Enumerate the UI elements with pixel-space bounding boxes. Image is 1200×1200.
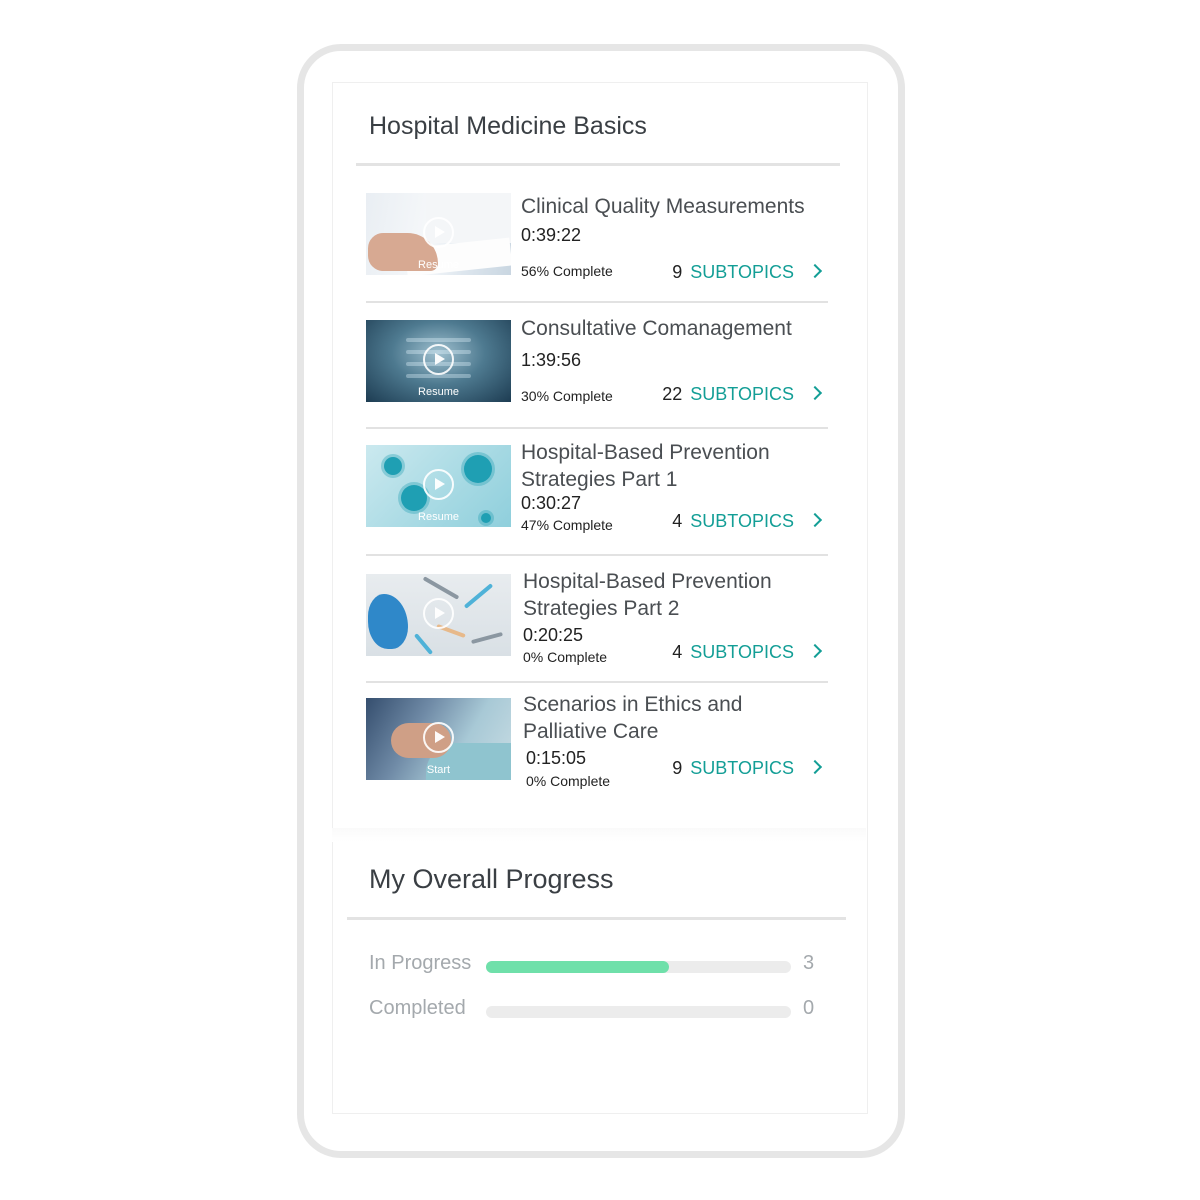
progress-title: My Overall Progress (369, 864, 614, 894)
course-duration: 0:15:05 (526, 748, 587, 768)
course-item[interactable]: Hospital-Based Prevention Strategies Par… (366, 570, 830, 694)
progress-count: 3 (803, 952, 815, 974)
subtopics-link[interactable]: 4 SUBTOPICS (672, 642, 823, 663)
play-icon[interactable] (423, 722, 454, 753)
course-percent: 30% Complete (521, 388, 613, 404)
subtopics-label: SUBTOPICS (690, 262, 794, 282)
progress-row-in-progress: In Progress 3 (369, 952, 829, 982)
course-divider (366, 301, 828, 303)
course-item[interactable]: Resume Consultative Comanagement 1:39:56… (366, 317, 830, 440)
course-divider (366, 681, 828, 683)
course-duration: 0:20:25 (523, 625, 584, 645)
subtopic-count: 22 (662, 384, 683, 404)
course-percent: 0% Complete (526, 773, 611, 789)
chevron-right-icon[interactable] (807, 643, 823, 659)
course-duration: 1:39:56 (521, 350, 582, 370)
play-icon[interactable] (423, 344, 454, 375)
subtopics-label: SUBTOPICS (690, 384, 794, 404)
course-title[interactable]: Consultative Comanagement (521, 315, 831, 342)
course-thumbnail[interactable]: Start (366, 698, 511, 780)
course-thumbnail[interactable]: Resume (366, 445, 511, 527)
progress-track (486, 1006, 791, 1018)
progress-label: Completed (369, 997, 466, 1019)
subtopics-link[interactable]: 22 SUBTOPICS (662, 384, 823, 405)
course-percent: 56% Complete (521, 263, 613, 279)
course-duration: 0:30:27 (521, 493, 582, 513)
subtopics-link[interactable]: 4 SUBTOPICS (672, 511, 823, 532)
subtopic-count: 9 (672, 262, 683, 282)
course-percent: 0% Complete (523, 649, 608, 665)
progress-track (486, 961, 791, 973)
subtopic-count: 9 (672, 758, 683, 778)
course-thumbnail[interactable] (366, 574, 511, 656)
card-title: Hospital Medicine Basics (369, 112, 647, 140)
course-thumbnail[interactable]: Resume (366, 320, 511, 402)
course-item[interactable]: Resume Clinical Quality Measurements 0:3… (366, 193, 830, 313)
progress-fill (486, 961, 669, 973)
chevron-right-icon[interactable] (807, 512, 823, 528)
course-divider (366, 427, 828, 429)
subtopics-label: SUBTOPICS (690, 642, 794, 662)
play-icon[interactable] (423, 598, 454, 629)
thumbnail-label: Resume (418, 259, 459, 271)
progress-title-divider (347, 917, 846, 920)
chevron-right-icon[interactable] (807, 263, 823, 279)
course-percent: 47% Complete (521, 517, 613, 533)
subtopics-link[interactable]: 9 SUBTOPICS (672, 758, 823, 779)
section-divider (332, 828, 866, 842)
course-thumbnail[interactable]: Resume (366, 193, 511, 275)
course-title[interactable]: Hospital-Based Prevention Strategies Par… (521, 439, 831, 493)
course-divider (366, 554, 828, 556)
course-duration: 0:39:22 (521, 225, 582, 245)
progress-label: In Progress (369, 952, 472, 974)
course-item[interactable]: Resume Hospital-Based Prevention Strateg… (366, 441, 830, 565)
course-title[interactable]: Scenarios in Ethics and Palliative Care (523, 691, 833, 745)
progress-count: 0 (803, 997, 815, 1019)
course-title[interactable]: Hospital-Based Prevention Strategies Par… (523, 568, 833, 622)
play-icon[interactable] (423, 217, 454, 248)
chevron-right-icon[interactable] (807, 385, 823, 401)
progress-row-completed: Completed 0 (369, 997, 829, 1027)
subtopic-count: 4 (672, 642, 683, 662)
thumbnail-label: Resume (418, 511, 459, 523)
thumbnail-label: Start (426, 764, 451, 776)
chevron-right-icon[interactable] (807, 759, 823, 775)
title-divider (356, 163, 840, 166)
subtopic-count: 4 (672, 511, 683, 531)
course-item[interactable]: Start Scenarios in Ethics and Palliative… (366, 693, 830, 818)
thumbnail-label: Resume (418, 386, 459, 398)
subtopics-label: SUBTOPICS (690, 758, 794, 778)
subtopics-label: SUBTOPICS (690, 511, 794, 531)
subtopics-link[interactable]: 9 SUBTOPICS (672, 262, 823, 283)
play-icon[interactable] (423, 469, 454, 500)
course-title[interactable]: Clinical Quality Measurements (521, 193, 831, 220)
